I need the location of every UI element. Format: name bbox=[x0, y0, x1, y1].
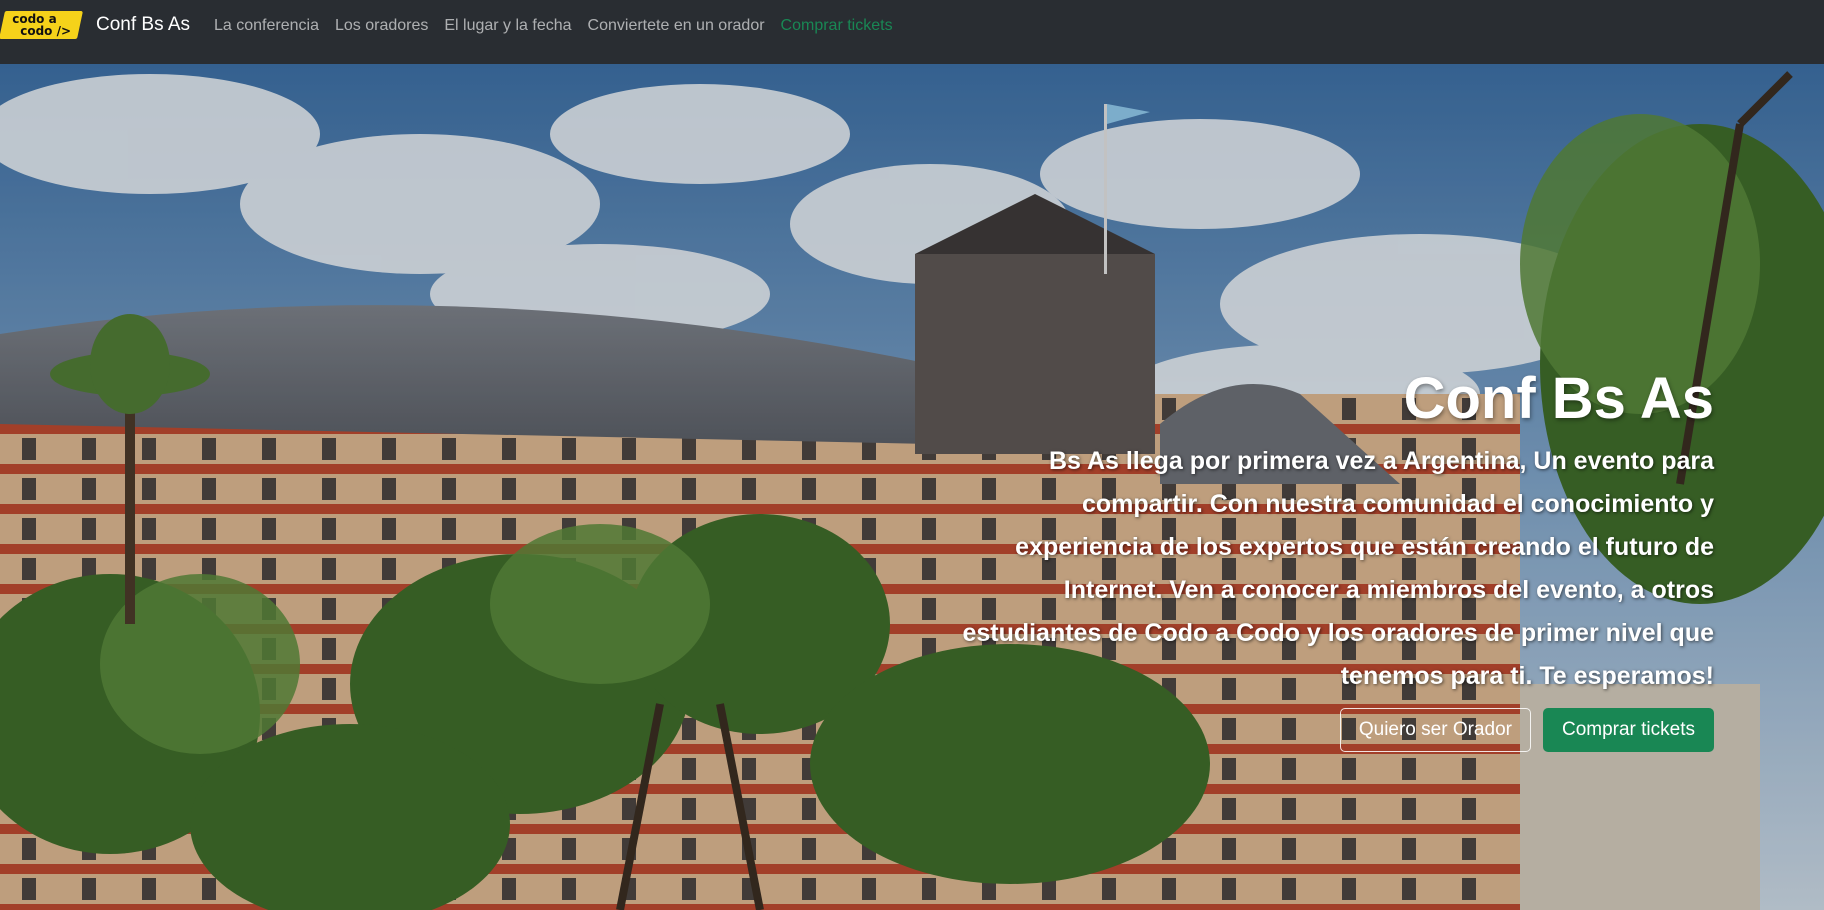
nav-comprar-tickets[interactable]: Comprar tickets bbox=[781, 17, 893, 35]
nav-la-conferencia[interactable]: La conferencia bbox=[214, 17, 319, 35]
hero-content: Conf Bs As Bs As llega por primera vez a… bbox=[954, 364, 1714, 752]
hero-buttons: Quiero ser Orador Comprar tickets bbox=[954, 708, 1714, 752]
navbar: codo a codo /> Conf Bs As La conferencia… bbox=[0, 0, 1824, 64]
brand-link[interactable]: Conf Bs As bbox=[96, 14, 190, 36]
comprar-tickets-button[interactable]: Comprar tickets bbox=[1542, 708, 1714, 752]
hero-description: Bs As llega por primera vez a Argentina,… bbox=[962, 447, 1714, 690]
hero-section: Conf Bs As Bs As llega por primera vez a… bbox=[0, 64, 1824, 910]
codo-a-codo-logo[interactable]: codo a codo /> bbox=[0, 11, 83, 39]
nav-links: La conferencia Los oradores El lugar y l… bbox=[214, 17, 893, 35]
hero-title: Conf Bs As bbox=[1403, 366, 1714, 431]
ser-orador-button[interactable]: Quiero ser Orador bbox=[1339, 708, 1531, 752]
logo-text-bottom: codo /> bbox=[20, 24, 72, 38]
nav-lugar-fecha[interactable]: El lugar y la fecha bbox=[444, 17, 571, 35]
nav-conviertete-orador[interactable]: Conviertete en un orador bbox=[588, 17, 765, 35]
nav-los-oradores[interactable]: Los oradores bbox=[335, 17, 428, 35]
